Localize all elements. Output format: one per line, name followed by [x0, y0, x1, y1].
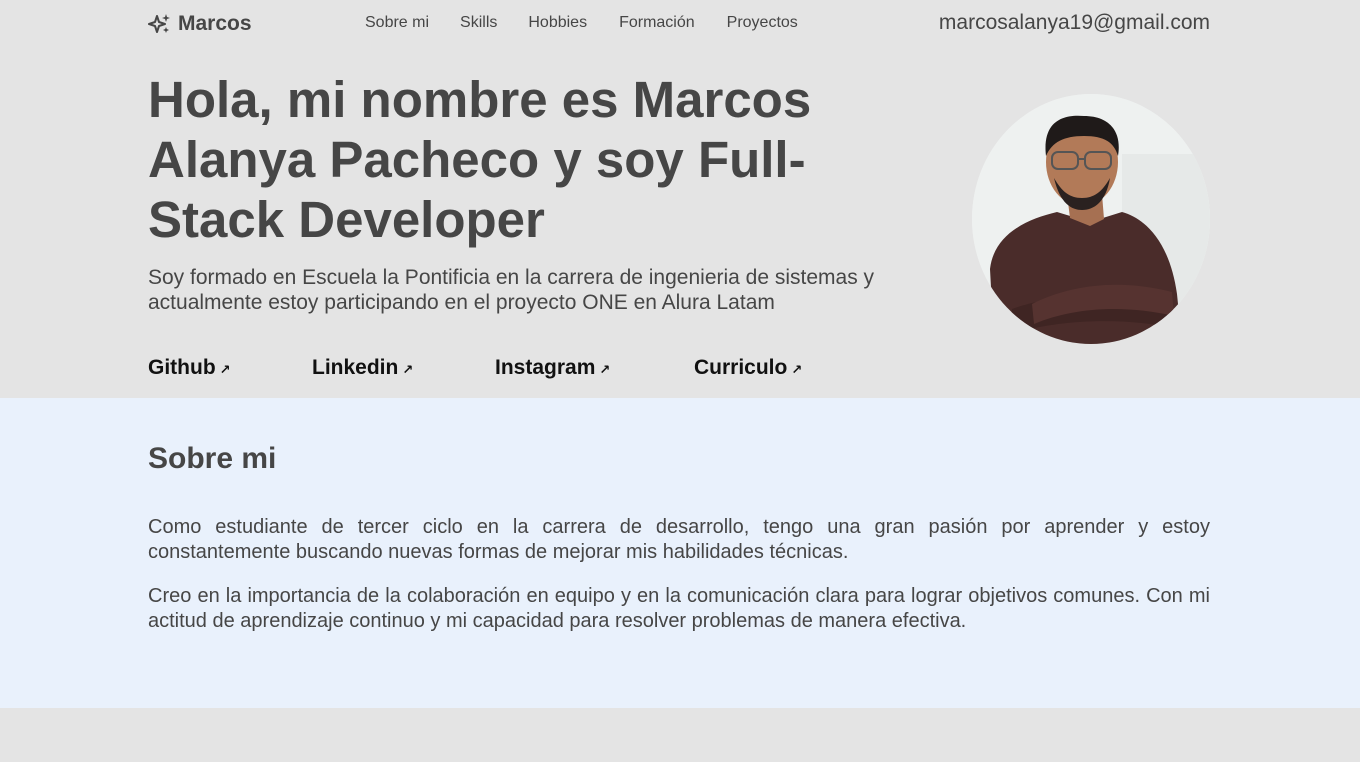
top-navbar: Marcos Sobre mi Skills Hobbies Formación…	[148, 0, 1210, 48]
nav-item-skills[interactable]: Skills	[460, 14, 497, 32]
linkedin-link[interactable]: Linkedin ↗	[312, 356, 413, 380]
instagram-link[interactable]: Instagram ↗	[495, 356, 610, 380]
arrow-up-right-icon: ↗	[791, 362, 803, 377]
arrow-up-right-icon: ↗	[599, 362, 611, 377]
about-section: Sobre mi Como estudiante de tercer ciclo…	[0, 398, 1360, 708]
sparkles-icon	[148, 13, 172, 35]
github-link[interactable]: Github ↗	[148, 356, 231, 380]
hero-subtitle: Soy formado en Escuela la Pontificia en …	[148, 266, 875, 314]
instagram-link-label: Instagram	[495, 356, 596, 379]
nav-item-proyectos[interactable]: Proyectos	[727, 14, 798, 32]
curriculo-link-label: Curriculo	[694, 356, 788, 379]
brand-name: Marcos	[178, 12, 252, 35]
hero-section: Marcos Sobre mi Skills Hobbies Formación…	[0, 0, 1360, 398]
social-links: Github ↗ Linkedin ↗ Instagram ↗ Curricul…	[148, 356, 848, 384]
nav-menu: Sobre mi Skills Hobbies Formación Proyec…	[365, 14, 798, 32]
nav-item-formacion[interactable]: Formación	[619, 14, 695, 32]
arrow-up-right-icon: ↗	[402, 362, 414, 377]
about-paragraph: Creo en la importancia de la colaboració…	[148, 585, 1210, 632]
linkedin-link-label: Linkedin	[312, 356, 399, 379]
github-link-label: Github	[148, 356, 216, 379]
profile-photo	[972, 94, 1210, 344]
brand-logo-link[interactable]: Marcos	[148, 12, 252, 36]
about-paragraph: Como estudiante de tercer ciclo en la ca…	[148, 516, 1210, 563]
hero-title: Hola, mi nombre es Marcos Alanya Pacheco…	[148, 71, 812, 248]
nav-item-sobre-mi[interactable]: Sobre mi	[365, 14, 429, 32]
email-link[interactable]: marcosalanya19@gmail.com	[939, 11, 1210, 35]
nav-item-hobbies[interactable]: Hobbies	[528, 14, 587, 32]
about-heading: Sobre mi	[148, 442, 277, 475]
next-section	[0, 708, 1360, 762]
curriculo-link[interactable]: Curriculo ↗	[694, 356, 802, 380]
arrow-up-right-icon: ↗	[219, 362, 231, 377]
